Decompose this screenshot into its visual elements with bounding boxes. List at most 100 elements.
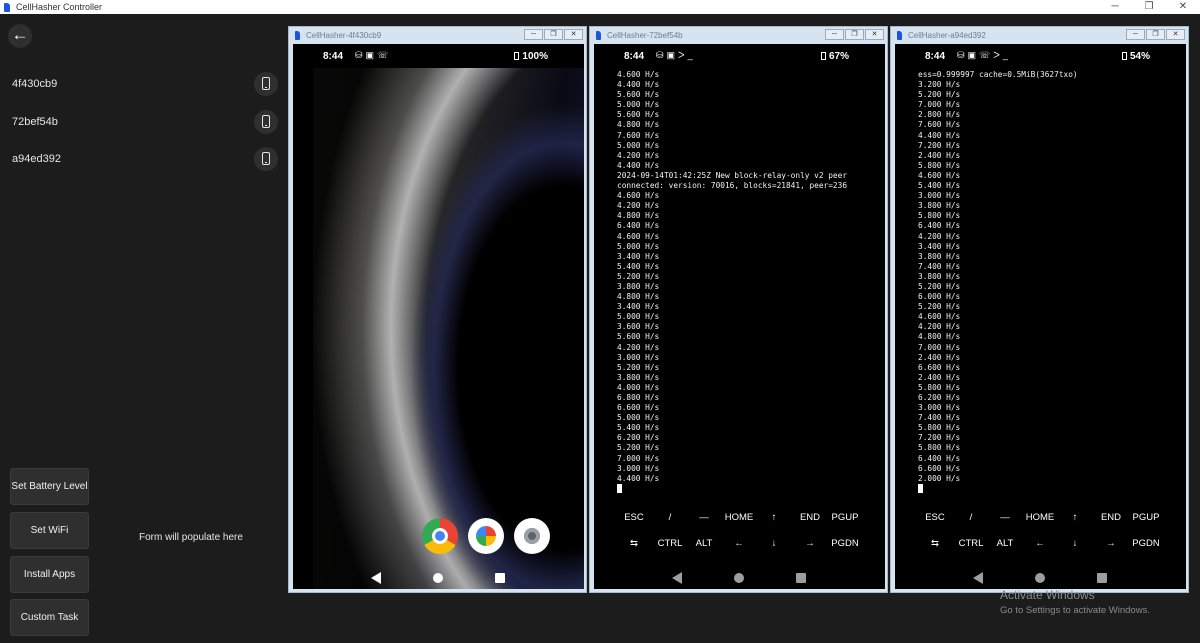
battery-status: 67% — [820, 51, 849, 62]
nav-back-icon[interactable] — [973, 572, 983, 584]
status-time: 8:44 — [925, 51, 946, 62]
key-pgdn[interactable]: PGDN — [1126, 538, 1166, 549]
device-row[interactable]: 72bef54b — [0, 108, 288, 138]
nav-home-icon[interactable] — [734, 573, 744, 583]
dock — [422, 518, 550, 554]
nav-recents-icon[interactable] — [796, 573, 806, 583]
key-left[interactable]: ← — [1020, 538, 1060, 549]
activation-watermark: Activate Windows Go to Settings to activ… — [1000, 588, 1150, 616]
photos-icon[interactable] — [468, 518, 504, 554]
app-titlebar: CellHasher Controller ─ ❐ ✕ — [0, 0, 1200, 14]
key-end[interactable]: END — [790, 512, 830, 523]
nav-back-icon[interactable] — [371, 572, 381, 584]
minimize-icon[interactable]: ─ — [1126, 29, 1145, 40]
notification-icons: ⛁▣ᐳ_ — [656, 50, 696, 60]
close-icon[interactable]: ✕ — [865, 29, 884, 40]
device-id: 4f430cb9 — [12, 78, 58, 90]
key-up[interactable]: ↑ — [1055, 512, 1095, 523]
device-window-title: CellHasher-a94ed392 — [908, 31, 986, 40]
device-id: 72bef54b — [12, 116, 58, 128]
minimize-icon[interactable]: ─ — [1098, 0, 1132, 14]
key-home[interactable]: HOME — [719, 512, 759, 523]
custom-task-button[interactable]: Custom Task — [10, 599, 89, 636]
terminal-output[interactable]: ess=0.999997 cache=0.5MiB(3627txo) 3.200… — [918, 70, 1180, 495]
key-right[interactable]: → — [1091, 538, 1131, 549]
app-logo-icon — [596, 31, 601, 40]
close-icon[interactable]: ✕ — [1166, 29, 1185, 40]
key-pgup[interactable]: PGUP — [1126, 512, 1166, 523]
minimize-icon[interactable]: ─ — [825, 29, 844, 40]
set-battery-level-button[interactable]: Set Battery Level — [10, 468, 89, 505]
maximize-icon[interactable]: ❐ — [845, 29, 864, 40]
key-end[interactable]: END — [1091, 512, 1131, 523]
key-tab[interactable]: ⇆ — [614, 538, 654, 549]
android-nav-bar — [293, 569, 584, 589]
back-arrow-icon[interactable]: ← — [8, 24, 32, 48]
status-bar: 8:44 ⛁▣☏ 100% — [293, 44, 584, 68]
key-pgup[interactable]: PGUP — [825, 512, 865, 523]
key-alt[interactable]: ALT — [684, 538, 724, 549]
key-down[interactable]: ↓ — [754, 538, 794, 549]
terminal-output[interactable]: 4.600 H/s 4.400 H/s 5.600 H/s 5.000 H/s … — [617, 70, 879, 495]
device-window-titlebar[interactable]: CellHasher-72bef54b ─ ❐ ✕ — [590, 27, 887, 44]
key-up[interactable]: ↑ — [754, 512, 794, 523]
battery-icon — [514, 52, 520, 60]
battery-icon — [1121, 52, 1127, 60]
maximize-icon[interactable]: ❐ — [544, 29, 563, 40]
key-esc[interactable]: ESC — [915, 512, 955, 523]
terminal-text: ess=0.999997 cache=0.5MiB(3627txo) 3.200… — [918, 70, 1078, 483]
key-home[interactable]: HOME — [1020, 512, 1060, 523]
battery-status: 54% — [1121, 51, 1150, 62]
android-nav-bar — [594, 569, 885, 589]
device-row[interactable]: a94ed392 — [0, 145, 288, 175]
sidebar: ← 4f430cb9 72bef54b a94ed392 Set Battery… — [0, 14, 288, 643]
notification-icons: ⛁▣☏ — [355, 50, 392, 60]
key-alt[interactable]: ALT — [985, 538, 1025, 549]
device-window[interactable]: CellHasher-72bef54b ─ ❐ ✕ 8:44 ⛁▣ᐳ_ 67% … — [589, 26, 888, 593]
close-icon[interactable]: ✕ — [1166, 0, 1200, 14]
device-window[interactable]: CellHasher-4f430cb9 ─ ❐ ✕ 8:44 ⛁▣☏ 100% — [288, 26, 587, 593]
key-right[interactable]: → — [790, 538, 830, 549]
status-time: 8:44 — [624, 51, 645, 62]
app-logo-icon — [295, 31, 300, 40]
set-wifi-button[interactable]: Set WiFi — [10, 512, 89, 549]
device-row[interactable]: 4f430cb9 — [0, 70, 288, 100]
device-window[interactable]: CellHasher-a94ed392 ─ ❐ ✕ 8:44 ⛁▣☏ᐳ_ 54%… — [890, 26, 1189, 593]
battery-icon — [820, 52, 826, 60]
nav-recents-icon[interactable] — [495, 573, 505, 583]
phone-icon[interactable] — [254, 110, 278, 134]
extra-keys-bar: ESC / — HOME ↑ END PGUP ⇆ CTRL ALT ← ↓ →… — [895, 508, 1186, 560]
battery-level: 100% — [522, 51, 548, 62]
camera-icon[interactable] — [514, 518, 550, 554]
key-dash[interactable]: — — [985, 512, 1025, 523]
terminal-text: 4.600 H/s 4.400 H/s 5.600 H/s 5.000 H/s … — [617, 70, 848, 483]
key-esc[interactable]: ESC — [614, 512, 654, 523]
phone-screen[interactable]: 8:44 ⛁▣☏ 100% — [293, 44, 584, 589]
minimize-icon[interactable]: ─ — [524, 29, 543, 40]
nav-recents-icon[interactable] — [1097, 573, 1107, 583]
status-time: 8:44 — [323, 51, 344, 62]
key-dash[interactable]: — — [684, 512, 724, 523]
install-apps-button[interactable]: Install Apps — [10, 556, 89, 593]
android-nav-bar — [895, 569, 1186, 589]
maximize-icon[interactable]: ❐ — [1146, 29, 1165, 40]
nav-back-icon[interactable] — [672, 572, 682, 584]
device-window-titlebar[interactable]: CellHasher-4f430cb9 ─ ❐ ✕ — [289, 27, 586, 44]
maximize-icon[interactable]: ❐ — [1132, 0, 1166, 14]
key-down[interactable]: ↓ — [1055, 538, 1095, 549]
close-icon[interactable]: ✕ — [564, 29, 583, 40]
phone-icon[interactable] — [254, 147, 278, 171]
device-window-titlebar[interactable]: CellHasher-a94ed392 ─ ❐ ✕ — [891, 27, 1188, 44]
battery-level: 54% — [1129, 51, 1150, 62]
form-placeholder: Form will populate here — [139, 532, 243, 543]
phone-screen[interactable]: 8:44 ⛁▣ᐳ_ 67% 4.600 H/s 4.400 H/s 5.600 … — [594, 44, 885, 589]
terminal-cursor — [918, 483, 923, 493]
nav-home-icon[interactable] — [433, 573, 443, 583]
phone-icon[interactable] — [254, 72, 278, 96]
nav-home-icon[interactable] — [1035, 573, 1045, 583]
key-left[interactable]: ← — [719, 538, 759, 549]
key-pgdn[interactable]: PGDN — [825, 538, 865, 549]
phone-screen[interactable]: 8:44 ⛁▣☏ᐳ_ 54% ess=0.999997 cache=0.5MiB… — [895, 44, 1186, 589]
chrome-icon[interactable] — [422, 518, 458, 554]
key-tab[interactable]: ⇆ — [915, 538, 955, 549]
